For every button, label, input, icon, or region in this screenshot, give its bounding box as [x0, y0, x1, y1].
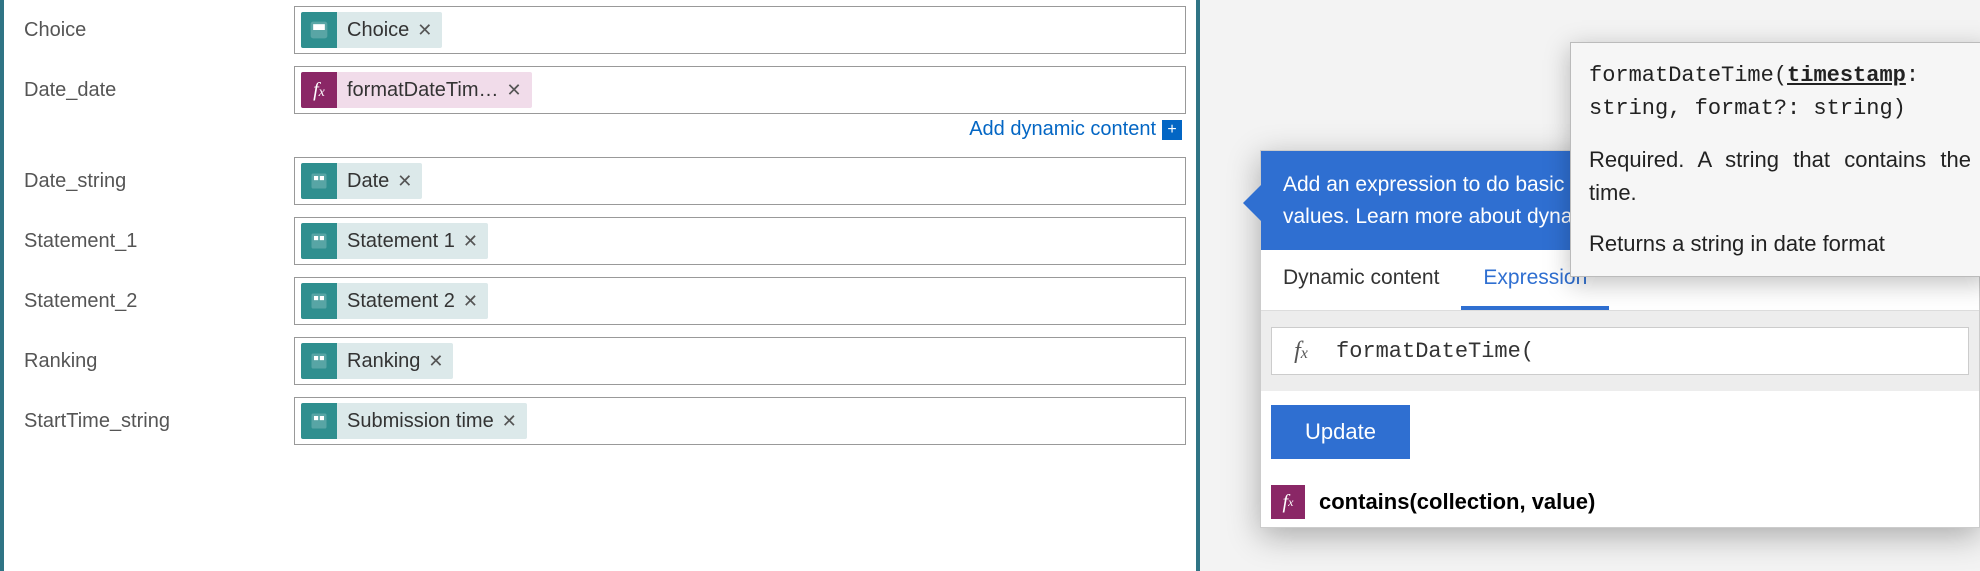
forms-icon: [301, 12, 337, 48]
token-remove-icon[interactable]: ✕: [397, 171, 412, 192]
token-choice[interactable]: Choice ✕: [301, 12, 442, 48]
row-date-date: Date_date fx formatDateTim… ✕: [4, 60, 1196, 120]
token-text: Choice: [347, 19, 409, 42]
row-input[interactable]: fx formatDateTim… ✕: [294, 66, 1186, 114]
row-label: Ranking: [24, 350, 294, 373]
row-input[interactable]: Statement 1 ✕: [294, 217, 1186, 265]
token-remove-icon[interactable]: ✕: [507, 80, 522, 101]
token-text: Statement 1: [347, 230, 455, 253]
row-label: StartTime_string: [24, 410, 294, 433]
row-input[interactable]: Choice ✕: [294, 6, 1186, 54]
forms-icon: [301, 343, 337, 379]
token-text: Ranking: [347, 350, 420, 373]
token-remove-icon[interactable]: ✕: [463, 231, 478, 252]
forms-icon: [301, 403, 337, 439]
token-ranking[interactable]: Ranking ✕: [301, 343, 453, 379]
token-remove-icon[interactable]: ✕: [463, 291, 478, 312]
form-panel: Choice Choice ✕ Date_date fx formatD: [0, 0, 1200, 571]
function-signature-tooltip: formatDateTime(timestamp: string, format…: [1570, 42, 1980, 277]
row-label: Statement_1: [24, 230, 294, 253]
row-ranking: Ranking Ranking ✕: [4, 331, 1196, 391]
expression-area: fx: [1261, 311, 1979, 391]
forms-icon: [301, 163, 337, 199]
sig-fn-name: formatDateTime: [1589, 63, 1774, 88]
flyout-arrow-icon: [1243, 185, 1261, 221]
return-description: Returns a string in date format: [1589, 227, 1971, 260]
function-name: contains(collection, value): [1319, 489, 1595, 515]
row-label: Date_string: [24, 170, 294, 193]
fx-icon: fx: [1271, 485, 1305, 519]
tab-dynamic-content[interactable]: Dynamic content: [1261, 250, 1461, 310]
row-label: Date_date: [24, 79, 294, 102]
param-description: Required. A string that contains the tim…: [1589, 143, 1971, 209]
token-text: Date: [347, 170, 389, 193]
expression-input-wrapper: fx: [1271, 327, 1969, 375]
token-remove-icon[interactable]: ✕: [417, 20, 432, 41]
add-dynamic-content: Add dynamic content +: [4, 118, 1196, 141]
expression-input[interactable]: [1330, 339, 1968, 364]
fx-icon: fx: [1272, 338, 1330, 365]
token-text: Statement 2: [347, 290, 455, 313]
row-date-string: Date_string Date ✕: [4, 151, 1196, 211]
token-remove-icon[interactable]: ✕: [428, 351, 443, 372]
token-remove-icon[interactable]: ✕: [502, 411, 517, 432]
token-formatdatetime[interactable]: fx formatDateTim… ✕: [301, 72, 532, 108]
token-statement-1[interactable]: Statement 1 ✕: [301, 223, 488, 259]
row-starttime-string: StartTime_string Submission time ✕: [4, 391, 1196, 451]
row-input[interactable]: Statement 2 ✕: [294, 277, 1186, 325]
token-date[interactable]: Date ✕: [301, 163, 422, 199]
row-label: Statement_2: [24, 290, 294, 313]
row-label: Choice: [24, 19, 294, 42]
sig-active-param: timestamp: [1787, 63, 1906, 88]
row-input[interactable]: Submission time ✕: [294, 397, 1186, 445]
fx-icon: fx: [301, 72, 337, 108]
update-button[interactable]: Update: [1271, 405, 1410, 459]
row-statement-2: Statement_2 Statement 2 ✕: [4, 271, 1196, 331]
row-statement-1: Statement_1 Statement 1 ✕: [4, 211, 1196, 271]
token-text: Submission time: [347, 410, 494, 433]
function-suggestion[interactable]: fx contains(collection, value): [1261, 477, 1979, 527]
add-dynamic-link[interactable]: Add dynamic content: [969, 118, 1156, 141]
token-statement-2[interactable]: Statement 2 ✕: [301, 283, 488, 319]
forms-icon: [301, 283, 337, 319]
row-input[interactable]: Date ✕: [294, 157, 1186, 205]
token-text: formatDateTim…: [347, 79, 499, 102]
forms-icon: [301, 223, 337, 259]
token-submission-time[interactable]: Submission time ✕: [301, 403, 527, 439]
plus-icon[interactable]: +: [1162, 120, 1182, 140]
row-input[interactable]: Ranking ✕: [294, 337, 1186, 385]
signature: formatDateTime(timestamp: string, format…: [1589, 59, 1971, 125]
row-choice: Choice Choice ✕: [4, 0, 1196, 60]
